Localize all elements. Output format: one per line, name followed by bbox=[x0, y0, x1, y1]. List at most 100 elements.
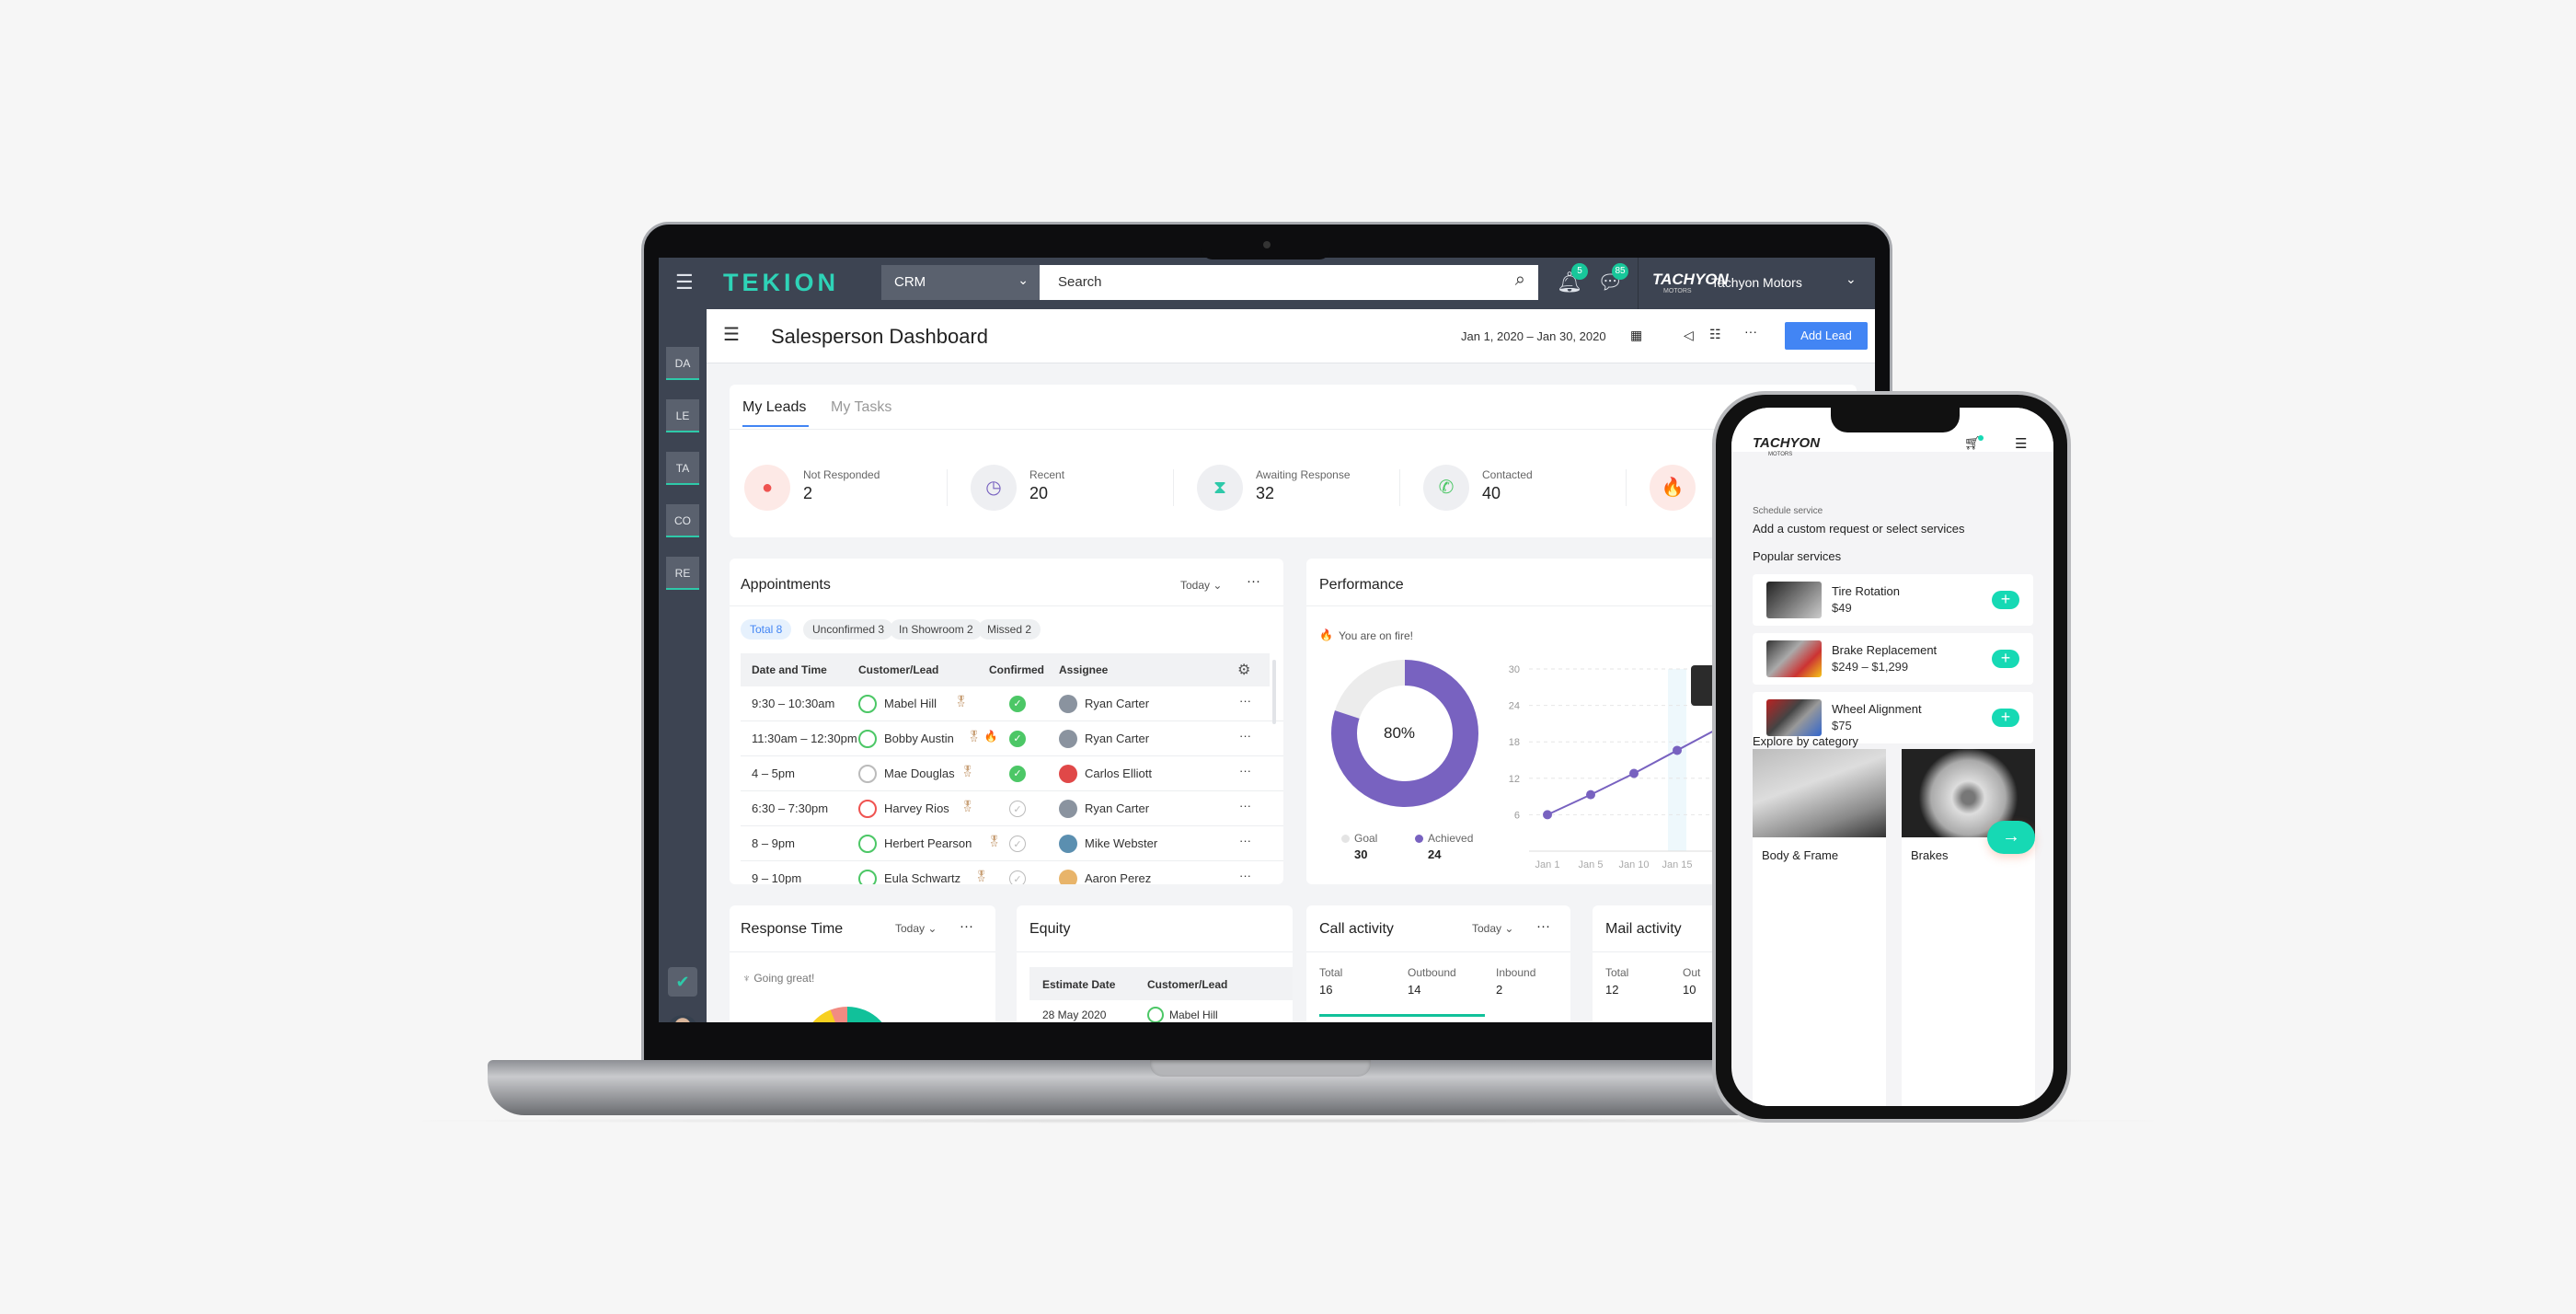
customer-name[interactable]: Mabel Hill bbox=[884, 697, 937, 710]
col-assignee[interactable]: Assignee bbox=[1059, 663, 1108, 676]
more-icon[interactable]: ··· bbox=[1744, 324, 1757, 339]
confirmed-check-icon: ✓ bbox=[1009, 731, 1026, 747]
x-tick-label: Jan 10 bbox=[1618, 859, 1649, 870]
data-point[interactable] bbox=[1543, 810, 1552, 820]
period-label: Today bbox=[895, 922, 926, 935]
col-date-time[interactable]: Date and Time bbox=[752, 663, 827, 676]
row-more-icon[interactable]: ··· bbox=[1239, 764, 1251, 778]
notification-badge: 5 bbox=[1571, 263, 1588, 280]
table-row[interactable]: 9 – 10pm Eula Schwartz 🎖︎ ✓ Aaron Perez … bbox=[741, 861, 1283, 884]
assignee-avatar bbox=[1059, 765, 1077, 783]
confirmed-check-icon: ✓ bbox=[1009, 696, 1026, 712]
mail-activity-title: Mail activity bbox=[1605, 921, 1682, 937]
unconfirmed-check-icon: ✓ bbox=[1009, 801, 1026, 817]
menu-icon[interactable]: ☰ bbox=[675, 271, 694, 294]
assignee-name[interactable]: Ryan Carter bbox=[1085, 732, 1149, 745]
customer-name[interactable]: Herbert Pearson bbox=[884, 836, 972, 850]
assignee-name[interactable]: Ryan Carter bbox=[1085, 697, 1149, 710]
table-row[interactable]: 4 – 5pm Mae Douglas 🎖︎ ✓ Carlos Elliott … bbox=[741, 756, 1283, 791]
col-estimate-date[interactable]: Estimate Date bbox=[1042, 978, 1115, 991]
assignee-name[interactable]: Mike Webster bbox=[1085, 836, 1157, 850]
data-point[interactable] bbox=[1673, 745, 1682, 755]
assignee-name[interactable]: Carlos Elliott bbox=[1085, 766, 1152, 780]
calendar-icon[interactable]: ▦ bbox=[1630, 328, 1642, 343]
customer-name[interactable]: Eula Schwartz bbox=[884, 871, 960, 884]
tachyon-logo-sub: MOTORS bbox=[1768, 452, 1793, 457]
service-card[interactable]: Tire Rotation $49 + bbox=[1753, 574, 2033, 626]
tab-my-tasks[interactable]: My Tasks bbox=[831, 399, 891, 416]
y-tick-label: 18 bbox=[1509, 737, 1520, 748]
search-icon[interactable]: ⌕ bbox=[1515, 270, 1525, 291]
leads-card: My Leads My Tasks ● Not Responded 2 ◷ Rece… bbox=[730, 385, 1857, 537]
list-icon[interactable]: ☷ bbox=[1709, 327, 1721, 342]
message-badge: 85 bbox=[1612, 263, 1628, 280]
add-service-button[interactable]: + bbox=[1992, 591, 2019, 609]
more-icon[interactable]: ··· bbox=[960, 918, 973, 934]
next-arrow-button[interactable]: → bbox=[1987, 821, 2035, 854]
tab-my-leads[interactable]: My Leads bbox=[742, 399, 806, 416]
response-pie-chart bbox=[801, 1007, 893, 1022]
row-more-icon[interactable]: ··· bbox=[1239, 729, 1251, 743]
gear-icon[interactable]: ⚙ bbox=[1237, 661, 1250, 679]
laptop-hinge bbox=[1150, 1060, 1371, 1077]
clock-icon: ◷ bbox=[971, 465, 1017, 511]
equity-customer[interactable]: Mabel Hill bbox=[1169, 1009, 1218, 1021]
table-row[interactable]: 6:30 – 7:30pm Harvey Rios 🎖︎ ✓ Ryan Cart… bbox=[741, 791, 1283, 826]
period-select[interactable]: Today ⌄ bbox=[895, 922, 937, 935]
category-card[interactable]: Brakes bbox=[1902, 749, 2035, 1106]
hourglass-icon: ⧗ bbox=[1197, 465, 1243, 511]
table-row[interactable]: 8 – 9pm Herbert Pearson 🎖︎ ✓ Mike Webste… bbox=[741, 826, 1283, 861]
service-name: Brake Replacement bbox=[1832, 643, 1938, 657]
scrollbar[interactable] bbox=[1272, 660, 1276, 724]
col-customer[interactable]: Customer/Lead bbox=[1147, 978, 1227, 991]
chevron-down-icon[interactable]: ⌄ bbox=[1846, 271, 1857, 287]
table-row[interactable]: 9:30 – 10:30am Mabel Hill 🎖︎ ✓ Ryan Cart… bbox=[741, 686, 1283, 721]
trophy-icon: ♆ bbox=[742, 972, 751, 985]
service-card[interactable]: Brake Replacement $249 – $1,299 + bbox=[1753, 633, 2033, 685]
sidebar-item-co[interactable]: CO bbox=[666, 504, 699, 537]
stat-label: Contacted bbox=[1482, 468, 1533, 481]
menu-icon[interactable]: ☰ bbox=[723, 323, 740, 346]
customer-name[interactable]: Harvey Rios bbox=[884, 801, 949, 815]
row-more-icon[interactable]: ··· bbox=[1239, 869, 1251, 882]
phone-notch bbox=[1831, 405, 1960, 432]
top-bar: ☰ TEKION CRM ⌄ Search ⌕ 🔔︎ 5 💬︎ 85 TACHYON… bbox=[659, 258, 1875, 309]
shield-check-icon[interactable]: ✔ bbox=[668, 967, 697, 997]
sidebar-item-da[interactable]: DA bbox=[666, 347, 699, 380]
divider bbox=[947, 469, 948, 506]
row-more-icon[interactable]: ··· bbox=[1239, 799, 1251, 813]
assignee-name[interactable]: Aaron Perez bbox=[1085, 871, 1151, 884]
row-more-icon[interactable]: ··· bbox=[1239, 694, 1251, 708]
service-name: Tire Rotation bbox=[1832, 584, 1900, 598]
user-avatar[interactable] bbox=[667, 1015, 698, 1022]
add-service-button[interactable]: + bbox=[1992, 650, 2019, 668]
date-range-picker[interactable]: Jan 1, 2020 – Jan 30, 2020 bbox=[1461, 329, 1606, 343]
sidebar-item-ta[interactable]: TA bbox=[666, 452, 699, 485]
data-point[interactable] bbox=[1629, 768, 1639, 778]
service-image bbox=[1766, 640, 1822, 677]
happy-mood-icon bbox=[858, 870, 877, 884]
add-lead-button[interactable]: Add Lead bbox=[1785, 322, 1868, 350]
megaphone-icon[interactable]: ◁ bbox=[1684, 328, 1694, 343]
sidebar-item-re[interactable]: RE bbox=[666, 557, 699, 590]
period-select[interactable]: Today ⌄ bbox=[1472, 922, 1513, 935]
col-customer[interactable]: Customer/Lead bbox=[858, 663, 938, 676]
customer-name[interactable]: Bobby Austin bbox=[884, 732, 954, 745]
customer-name[interactable]: Mae Douglas bbox=[884, 766, 955, 780]
menu-icon[interactable]: ☰ bbox=[2015, 435, 2027, 452]
search-input[interactable]: Search ⌕ bbox=[1040, 265, 1538, 300]
happy-mood-icon bbox=[858, 835, 877, 853]
row-more-icon[interactable]: ··· bbox=[1239, 834, 1251, 847]
sidebar-item-le[interactable]: LE bbox=[666, 399, 699, 432]
add-service-button[interactable]: + bbox=[1992, 709, 2019, 727]
data-point[interactable] bbox=[1586, 790, 1595, 800]
category-card[interactable]: Body & Frame bbox=[1753, 749, 1886, 1106]
more-icon[interactable]: ··· bbox=[1536, 918, 1550, 934]
chevron-down-icon: ⌄ bbox=[1018, 272, 1029, 287]
assignee-name[interactable]: Ryan Carter bbox=[1085, 801, 1149, 815]
dealer-name[interactable]: Tachyon Motors bbox=[1711, 275, 1802, 290]
table-row[interactable]: 11:30am – 12:30pm Bobby Austin 🎖︎ 🔥 ✓ Ry… bbox=[741, 721, 1283, 756]
module-select[interactable]: CRM ⌄ bbox=[881, 265, 1040, 300]
col-confirmed[interactable]: Confirmed bbox=[989, 663, 1044, 676]
cart-badge bbox=[1978, 435, 1984, 441]
